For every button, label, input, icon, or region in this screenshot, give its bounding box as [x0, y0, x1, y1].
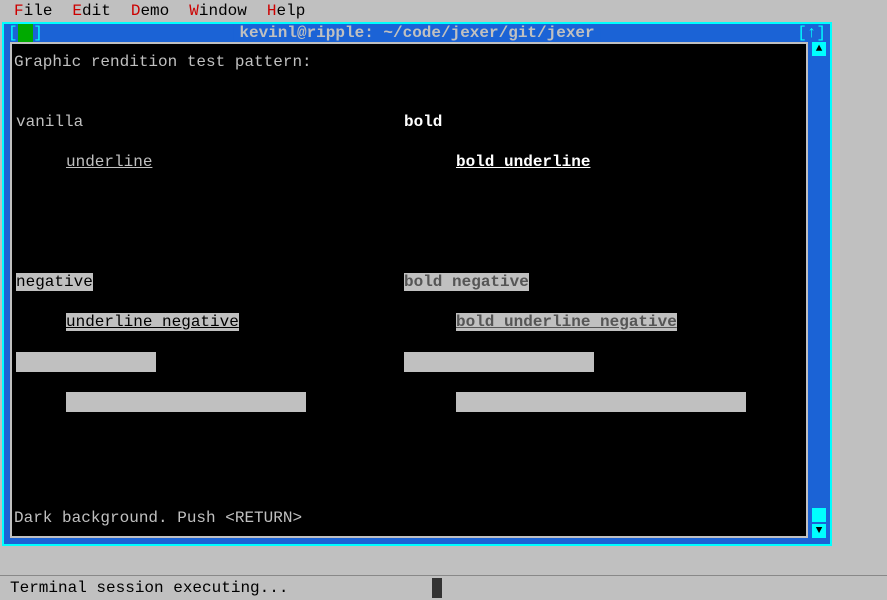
sample-underline: underline	[66, 153, 152, 171]
cursor-icon	[432, 578, 442, 598]
menu-edit[interactable]: Edit	[72, 2, 110, 20]
statusbar: Terminal session executing...	[0, 576, 887, 600]
window-maximize-control[interactable]: [↑]	[797, 24, 826, 42]
vertical-scrollbar[interactable]: ▲ ▼	[812, 42, 826, 538]
scroll-up-icon[interactable]: ▲	[812, 42, 826, 56]
heading: Graphic rendition test pattern:	[14, 52, 804, 72]
inverse-block	[456, 392, 746, 412]
sample-bold-negative: bold negative	[404, 273, 529, 291]
desktop-background	[832, 22, 887, 546]
sample-negative: negative	[16, 273, 93, 291]
status-text: Terminal session executing...	[10, 579, 288, 597]
scrollbar-thumb[interactable]	[812, 508, 826, 522]
menu-window[interactable]: Window	[189, 2, 247, 20]
menu-demo[interactable]: Demo	[131, 2, 169, 20]
sample-bold-underline: bold underline	[456, 153, 590, 171]
inverse-block	[404, 352, 594, 372]
sample-bold: bold	[404, 113, 442, 131]
menu-file[interactable]: File	[14, 2, 52, 20]
terminal-content[interactable]: Graphic rendition test pattern: vanilla …	[12, 52, 806, 536]
inverse-block	[66, 392, 306, 412]
scroll-down-icon[interactable]: ▼	[812, 524, 826, 538]
prompt-line: Dark background. Push <RETURN>	[14, 508, 302, 528]
window-titlebar: [ ] kevinl@ripple: ~/code/jexer/git/jexe…	[4, 24, 830, 42]
terminal-viewport: Graphic rendition test pattern: vanilla …	[10, 42, 808, 538]
sample-vanilla: vanilla	[16, 113, 83, 131]
window-close-control[interactable]: [ ]	[8, 24, 43, 42]
sample-bold-underline-negative: bold underline negative	[456, 313, 677, 331]
menubar: File Edit Demo Window Help	[0, 0, 887, 22]
window-title: kevinl@ripple: ~/code/jexer/git/jexer	[233, 24, 600, 42]
inverse-block	[16, 352, 156, 372]
menu-help[interactable]: Help	[267, 2, 305, 20]
terminal-window: [ ] kevinl@ripple: ~/code/jexer/git/jexe…	[2, 22, 832, 546]
sample-underline-negative: underline negative	[66, 313, 239, 331]
statusbar-container: Terminal session executing...	[0, 558, 887, 600]
